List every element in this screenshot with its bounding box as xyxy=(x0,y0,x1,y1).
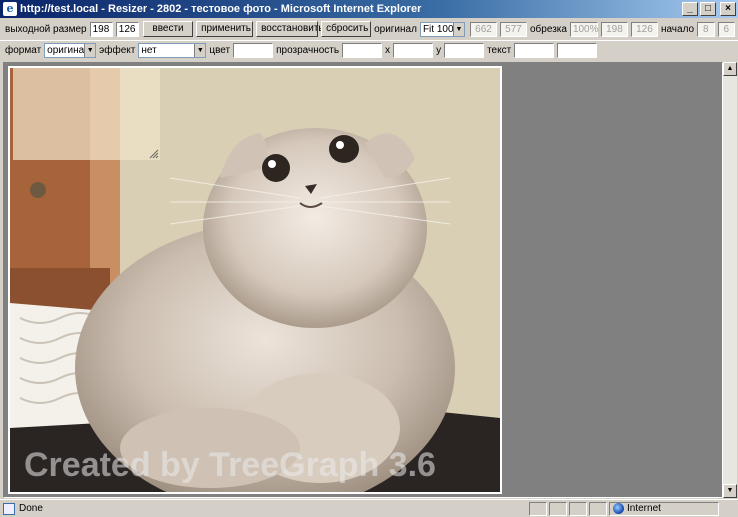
dropdown-arrow-icon[interactable]: ▼ xyxy=(453,22,464,36)
status-text: Done xyxy=(19,503,43,514)
extra-input[interactable] xyxy=(557,43,598,58)
dropdown-arrow-icon[interactable]: ▼ xyxy=(84,44,96,57)
zone-label: Internet xyxy=(627,503,661,514)
output-height-input[interactable]: 126 xyxy=(115,21,139,37)
output-width-input[interactable]: 198 xyxy=(89,21,113,37)
status-bar: Done Internet xyxy=(0,499,738,517)
y-label: y xyxy=(436,45,442,56)
effect-label: эффект xyxy=(99,45,136,56)
resize-toolbar: выходной размер 198 126 ввести применить… xyxy=(0,19,738,39)
status-pane xyxy=(549,501,567,516)
original-label: оригинал xyxy=(374,23,417,35)
ie-logo-icon: e xyxy=(3,2,17,16)
crop-percent-field: 100% xyxy=(569,21,599,37)
close-button[interactable]: × xyxy=(720,2,736,16)
restore-button[interactable]: восстановить xyxy=(256,21,324,37)
enter-button[interactable]: ввести xyxy=(142,21,194,37)
minimize-button[interactable]: _ xyxy=(682,2,698,16)
status-pane xyxy=(529,501,547,516)
color-input[interactable] xyxy=(233,43,274,58)
fit-select[interactable]: Fit 100% ▼ xyxy=(419,21,465,37)
crop-width-field: 198 xyxy=(600,21,628,37)
y-input[interactable] xyxy=(444,43,485,58)
crop-label: обрезка xyxy=(530,23,567,35)
x-label: x xyxy=(385,45,391,56)
scroll-up-icon[interactable]: ▲ xyxy=(723,62,737,76)
crop-height-field: 126 xyxy=(630,21,658,37)
apply-button[interactable]: применить xyxy=(196,21,254,37)
text-label: текст xyxy=(487,45,512,56)
title-bar: e http://test.local - Resizer - 2802 - т… xyxy=(0,0,738,18)
watermark-text: Created by TreeGraph 3.6 xyxy=(24,446,436,484)
start-x-field: 8 xyxy=(697,21,715,37)
window-controls: _ □ × xyxy=(682,2,736,16)
security-zone[interactable]: Internet xyxy=(609,501,719,516)
status-pane xyxy=(589,501,607,516)
effect-select-value: нет xyxy=(141,45,157,56)
start-label: начало xyxy=(660,23,695,35)
opacity-label: прозрачность xyxy=(276,45,340,56)
format-select[interactable]: оригинал ▼ xyxy=(44,43,97,58)
scroll-down-icon[interactable]: ▼ xyxy=(723,484,737,498)
original-height-field: 577 xyxy=(500,21,527,37)
x-input[interactable] xyxy=(393,43,434,58)
effects-toolbar: формат оригинал ▼ эффект нет ▼ цвет проз… xyxy=(0,40,738,60)
effect-select[interactable]: нет ▼ xyxy=(138,43,207,58)
start-y-field: 6 xyxy=(717,21,735,37)
page-icon xyxy=(3,502,15,515)
maximize-button[interactable]: □ xyxy=(700,2,716,16)
text-input[interactable] xyxy=(514,43,555,58)
crop-selection[interactable] xyxy=(13,68,160,160)
status-pane xyxy=(569,501,587,516)
color-label: цвет xyxy=(209,45,231,56)
original-width-field: 662 xyxy=(470,21,497,37)
window-title: http://test.local - Resizer - 2802 - тес… xyxy=(20,3,422,15)
globe-icon xyxy=(613,503,624,514)
output-size-label: выходной размер xyxy=(5,23,87,35)
vertical-scrollbar[interactable]: ▲ ▼ xyxy=(723,62,737,498)
resize-grip-icon[interactable] xyxy=(149,149,159,159)
opacity-input[interactable] xyxy=(342,43,383,58)
reset-button[interactable]: сбросить xyxy=(321,21,372,37)
format-label: формат xyxy=(5,45,42,56)
dropdown-arrow-icon[interactable]: ▼ xyxy=(194,44,206,57)
